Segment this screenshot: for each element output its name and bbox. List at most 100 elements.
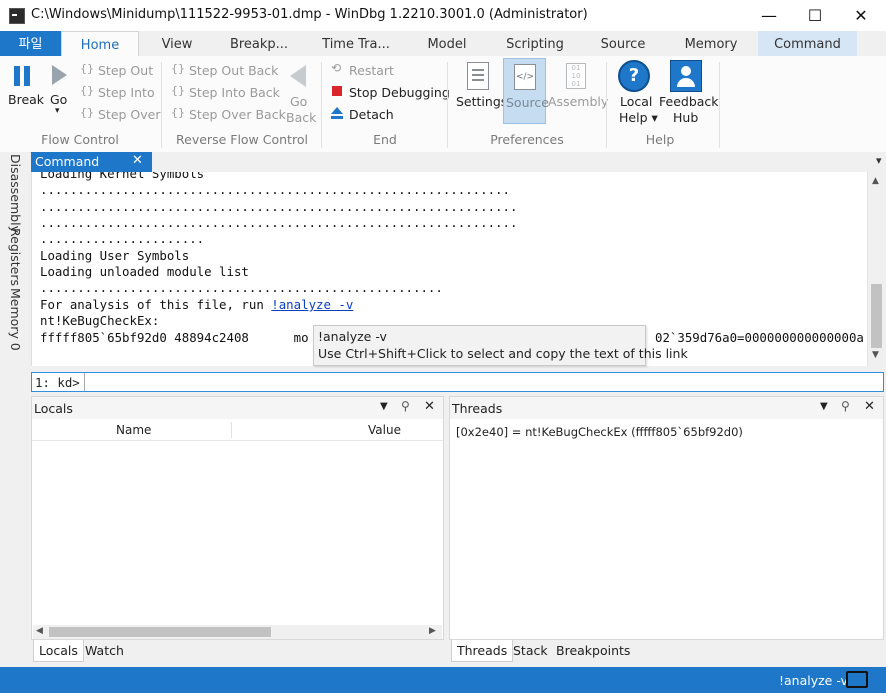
col-value[interactable]: Value (368, 423, 401, 437)
pause-icon (14, 66, 20, 86)
panel-menu-icon[interactable]: ▾ (876, 154, 882, 167)
step-out-button[interactable]: {} Step Out (78, 60, 156, 80)
tab-breakpoints[interactable]: Breakp... (224, 31, 294, 56)
feedback-hub-button[interactable]: Feedback Hub (658, 58, 719, 128)
chevron-down-icon[interactable]: ▼ (380, 401, 388, 412)
stop-debugging-button[interactable]: Stop Debugging (329, 82, 450, 102)
restart-button[interactable]: ⟲ Restart (329, 60, 409, 80)
source-button[interactable]: </> Source (503, 58, 549, 124)
output-line: ........................................… (40, 182, 510, 197)
detach-button[interactable]: Detach (329, 104, 409, 124)
command-input[interactable] (88, 373, 882, 391)
minimize-button[interactable]: — (746, 0, 792, 31)
settings-button[interactable]: Settings (454, 58, 507, 124)
pin-icon[interactable]: ⚲ (841, 399, 850, 413)
bugcheck-disasm-left: fffff805`65bf92d0 48894c2408 mo (40, 330, 309, 345)
output-line: Loading unloaded module list (40, 264, 249, 279)
close-button[interactable]: ✕ (838, 0, 884, 31)
end-group-label: End (373, 132, 397, 147)
locals-title: Locals (34, 401, 73, 416)
step-over-button[interactable]: {} Step Over (78, 104, 161, 124)
windbg-app-icon (9, 8, 25, 24)
side-tab-strip: Disassembly Registers Memory 0 (0, 152, 30, 392)
reverse-flow-group-label: Reverse Flow Control (176, 132, 308, 147)
step-into-button[interactable]: {} Step Into (78, 82, 156, 102)
assembly-button[interactable]: 01 10 01 Assembly (548, 58, 608, 124)
chevron-down-icon[interactable]: ▼ (820, 401, 828, 412)
local-help-button[interactable]: ? Local Help ▾ (613, 58, 658, 128)
tab-source[interactable]: Source (594, 31, 652, 56)
side-tab-disassembly[interactable]: Disassembly (8, 154, 23, 233)
preferences-group-label: Preferences (490, 132, 564, 147)
close-icon[interactable]: ✕ (132, 153, 143, 168)
scroll-down-icon[interactable]: ▼ (872, 350, 879, 360)
close-icon[interactable]: ✕ (864, 399, 875, 414)
command-input-row[interactable]: 1: kd> (31, 372, 884, 392)
step-over-back-button[interactable]: {} Step Over Back (169, 104, 286, 124)
scroll-right-icon[interactable]: ▶ (429, 626, 436, 636)
help-icon: ? (618, 60, 650, 92)
scroll-up-icon[interactable]: ▲ (872, 176, 879, 186)
flow-control-group-label: Flow Control (41, 132, 119, 147)
thread-entry[interactable]: [0x2e40] = nt!KeBugCheckEx (fffff805`65b… (456, 425, 743, 439)
status-bar: !analyze -v (0, 667, 886, 693)
output-line: ........................................… (40, 199, 518, 214)
tab-file[interactable]: 파일 (0, 31, 61, 56)
restart-icon: ⟲ (331, 61, 342, 75)
ribbon-home: Break Go ▾ {} Step Out {} Step Into {} S… (0, 56, 886, 153)
tab-view[interactable]: View (145, 31, 209, 56)
step-over-icon: {} (80, 106, 94, 119)
bugcheck-label: nt!KeBugCheckEx: (40, 313, 160, 328)
tab-watch[interactable]: Watch (85, 640, 124, 662)
assembly-icon: 01 10 01 (566, 63, 586, 89)
output-line: Loading User Symbols (40, 248, 190, 263)
col-name[interactable]: Name (116, 423, 151, 437)
maximize-button[interactable]: ☐ (792, 0, 838, 31)
step-over-back-icon: {} (171, 106, 185, 119)
tab-model[interactable]: Model (418, 31, 476, 56)
scroll-left-icon[interactable]: ◀ (36, 626, 43, 636)
step-into-back-button[interactable]: {} Step Into Back (169, 82, 280, 102)
break-button[interactable]: Break (6, 60, 45, 112)
tab-command[interactable]: Command (758, 31, 857, 56)
command-scrollbar[interactable]: ▲ ▼ (867, 172, 885, 366)
step-out-back-button[interactable]: {} Step Out Back (169, 60, 278, 80)
scroll-thumb[interactable] (871, 284, 882, 348)
close-icon[interactable]: ✕ (424, 399, 435, 414)
step-out-icon: {} (80, 62, 94, 75)
tab-time-travel[interactable]: Time Tra... (318, 31, 394, 56)
go-label: Go (50, 92, 68, 107)
analyze-link[interactable]: !analyze -v (271, 297, 353, 312)
side-tab-registers[interactable]: Registers (8, 228, 23, 286)
ribbon-tab-row: 파일 Home View Breakp... Time Tra... Model… (0, 31, 886, 57)
tab-command-window[interactable]: Command ✕ (31, 152, 152, 172)
side-tab-memory[interactable]: Memory 0 (8, 288, 23, 351)
stop-icon (332, 86, 342, 96)
scroll-thumb[interactable] (49, 627, 271, 637)
back-arrow-icon (290, 65, 306, 87)
analysis-line: For analysis of this file, run !analyze … (40, 297, 354, 312)
tab-home[interactable]: Home (61, 31, 139, 56)
step-into-icon: {} (80, 84, 94, 97)
tab-scripting[interactable]: Scripting (500, 31, 570, 56)
locals-pane: Locals ▼ ⚲ ✕ Name Value ◀ ▶ (31, 396, 444, 640)
tab-breakpoints-pane[interactable]: Breakpoints (556, 640, 630, 662)
feedback-chat-icon[interactable] (846, 671, 868, 688)
feedback-icon (670, 60, 702, 92)
go-back-button[interactable]: Go Back (284, 60, 316, 126)
prompt-label: 1: kd> (35, 375, 80, 390)
tab-threads[interactable]: Threads (451, 640, 514, 662)
locals-hscrollbar[interactable]: ◀ ▶ (33, 625, 442, 639)
break-label: Break (8, 92, 45, 107)
eject-icon (331, 107, 343, 119)
tab-memory[interactable]: Memory (676, 31, 746, 56)
output-line: ...................... (40, 231, 205, 246)
threads-title: Threads (452, 401, 503, 416)
go-button[interactable]: Go ▾ (46, 60, 72, 124)
tab-locals[interactable]: Locals (33, 640, 84, 662)
threads-pane: Threads ▼ ⚲ ✕ [0x2e40] = nt!KeBugCheckEx… (449, 396, 884, 640)
step-out-back-icon: {} (171, 62, 185, 75)
pin-icon[interactable]: ⚲ (401, 399, 410, 413)
tab-stack[interactable]: Stack (513, 640, 548, 662)
settings-icon (467, 62, 489, 90)
